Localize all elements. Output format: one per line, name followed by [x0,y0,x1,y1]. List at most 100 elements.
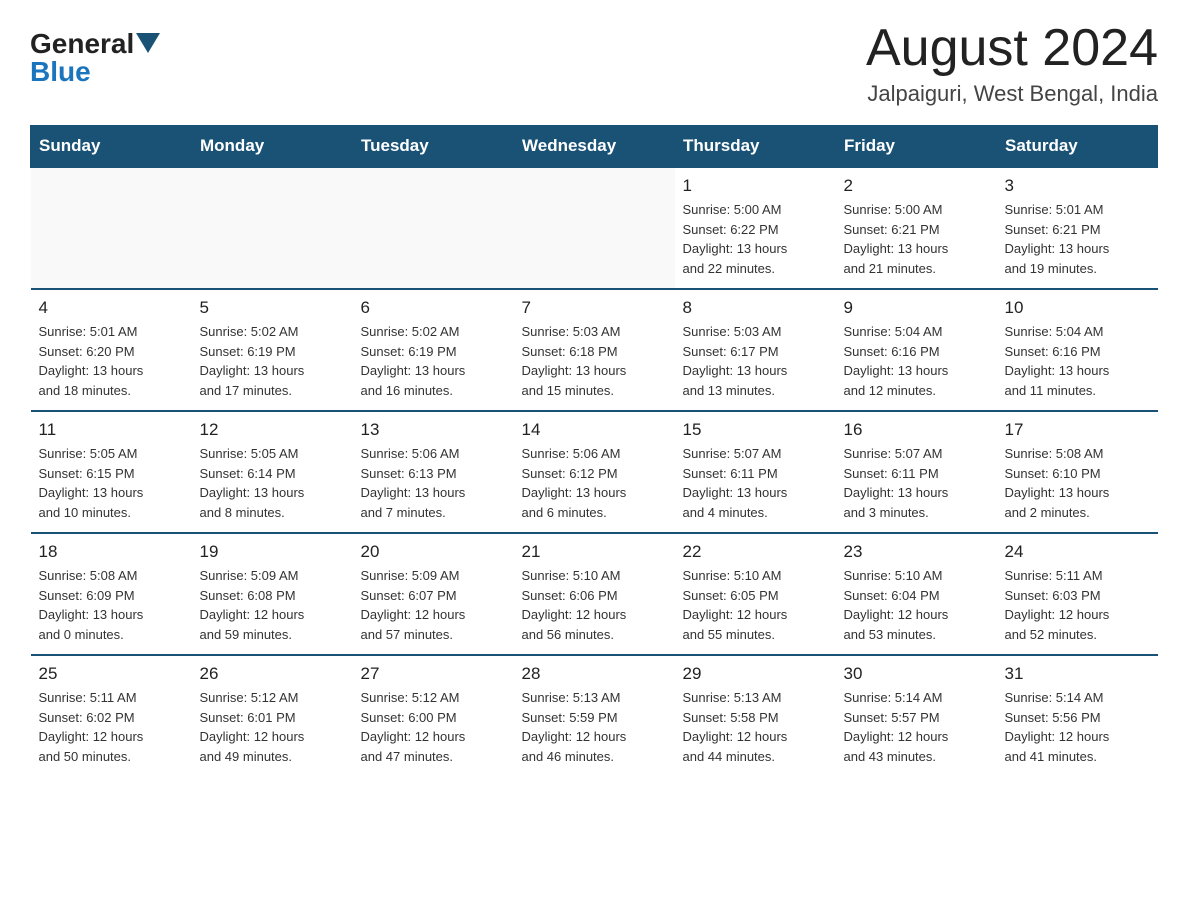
day-cell [353,167,514,289]
day-info: Sunrise: 5:11 AMSunset: 6:03 PMDaylight:… [1005,566,1150,644]
calendar-table: SundayMondayTuesdayWednesdayThursdayFrid… [30,125,1158,776]
day-cell: 18 Sunrise: 5:08 AMSunset: 6:09 PMDayligh… [31,533,192,655]
day-info: Sunrise: 5:10 AMSunset: 6:06 PMDaylight:… [522,566,667,644]
day-cell [31,167,192,289]
subtitle: Jalpaiguri, West Bengal, India [866,81,1158,107]
day-cell [514,167,675,289]
day-info: Sunrise: 5:03 AMSunset: 6:18 PMDaylight:… [522,322,667,400]
day-info: Sunrise: 5:08 AMSunset: 6:10 PMDaylight:… [1005,444,1150,522]
day-number: 25 [39,664,184,684]
day-info: Sunrise: 5:06 AMSunset: 6:12 PMDaylight:… [522,444,667,522]
main-title: August 2024 [866,20,1158,77]
day-cell: 22Sunrise: 5:10 AMSunset: 6:05 PMDayligh… [675,533,836,655]
day-info: Sunrise: 5:12 AMSunset: 6:00 PMDaylight:… [361,688,506,766]
day-info: Sunrise: 5:13 AMSunset: 5:58 PMDaylight:… [683,688,828,766]
day-number: 17 [1005,420,1150,440]
day-info: Sunrise: 5:00 AMSunset: 6:22 PMDaylight:… [683,200,828,278]
day-cell: 31 Sunrise: 5:14 AMSunset: 5:56 PMDayligh… [997,655,1158,776]
day-cell: 2 Sunrise: 5:00 AMSunset: 6:21 PMDaylight… [836,167,997,289]
week-row-2: 4 Sunrise: 5:01 AMSunset: 6:20 PMDaylight… [31,289,1158,411]
day-number: 3 [1005,176,1150,196]
day-number: 19 [200,542,345,562]
day-cell: 11Sunrise: 5:05 AMSunset: 6:15 PMDayligh… [31,411,192,533]
day-cell: 12Sunrise: 5:05 AMSunset: 6:14 PMDayligh… [192,411,353,533]
day-number: 15 [683,420,828,440]
day-cell: 7 Sunrise: 5:03 AMSunset: 6:18 PMDaylight… [514,289,675,411]
day-cell: 19 Sunrise: 5:09 AMSunset: 6:08 PMDayligh… [192,533,353,655]
day-info: Sunrise: 5:06 AMSunset: 6:13 PMDaylight:… [361,444,506,522]
week-row-4: 18 Sunrise: 5:08 AMSunset: 6:09 PMDayligh… [31,533,1158,655]
day-info: Sunrise: 5:00 AMSunset: 6:21 PMDaylight:… [844,200,989,278]
day-info: Sunrise: 5:02 AMSunset: 6:19 PMDaylight:… [200,322,345,400]
day-info: Sunrise: 5:12 AMSunset: 6:01 PMDaylight:… [200,688,345,766]
day-info: Sunrise: 5:09 AMSunset: 6:08 PMDaylight:… [200,566,345,644]
day-cell: 3 Sunrise: 5:01 AMSunset: 6:21 PMDaylight… [997,167,1158,289]
week-row-1: 1Sunrise: 5:00 AMSunset: 6:22 PMDaylight… [31,167,1158,289]
day-info: Sunrise: 5:09 AMSunset: 6:07 PMDaylight:… [361,566,506,644]
weekday-header-thursday: Thursday [675,126,836,168]
day-info: Sunrise: 5:01 AMSunset: 6:20 PMDaylight:… [39,322,184,400]
day-number: 13 [361,420,506,440]
day-number: 28 [522,664,667,684]
day-cell: 21 Sunrise: 5:10 AMSunset: 6:06 PMDayligh… [514,533,675,655]
day-info: Sunrise: 5:14 AMSunset: 5:56 PMDaylight:… [1005,688,1150,766]
day-cell: 20 Sunrise: 5:09 AMSunset: 6:07 PMDayligh… [353,533,514,655]
logo-general-text: General [30,30,134,58]
title-block: August 2024 Jalpaiguri, West Bengal, Ind… [866,20,1158,107]
day-number: 22 [683,542,828,562]
day-info: Sunrise: 5:11 AMSunset: 6:02 PMDaylight:… [39,688,184,766]
day-number: 8 [683,298,828,318]
logo-triangle-icon [136,33,160,53]
weekday-header-friday: Friday [836,126,997,168]
weekday-header-sunday: Sunday [31,126,192,168]
day-info: Sunrise: 5:05 AMSunset: 6:15 PMDaylight:… [39,444,184,522]
day-number: 18 [39,542,184,562]
day-number: 20 [361,542,506,562]
day-number: 31 [1005,664,1150,684]
day-info: Sunrise: 5:02 AMSunset: 6:19 PMDaylight:… [361,322,506,400]
day-number: 14 [522,420,667,440]
day-info: Sunrise: 5:13 AMSunset: 5:59 PMDaylight:… [522,688,667,766]
day-cell: 28 Sunrise: 5:13 AMSunset: 5:59 PMDayligh… [514,655,675,776]
day-number: 21 [522,542,667,562]
day-number: 2 [844,176,989,196]
day-number: 5 [200,298,345,318]
day-number: 10 [1005,298,1150,318]
day-number: 23 [844,542,989,562]
day-cell: 10 Sunrise: 5:04 AMSunset: 6:16 PMDayligh… [997,289,1158,411]
day-info: Sunrise: 5:07 AMSunset: 6:11 PMDaylight:… [844,444,989,522]
week-row-3: 11Sunrise: 5:05 AMSunset: 6:15 PMDayligh… [31,411,1158,533]
day-info: Sunrise: 5:14 AMSunset: 5:57 PMDaylight:… [844,688,989,766]
week-row-5: 25 Sunrise: 5:11 AMSunset: 6:02 PMDayligh… [31,655,1158,776]
day-info: Sunrise: 5:04 AMSunset: 6:16 PMDaylight:… [1005,322,1150,400]
day-number: 4 [39,298,184,318]
day-cell: 30 Sunrise: 5:14 AMSunset: 5:57 PMDayligh… [836,655,997,776]
day-number: 24 [1005,542,1150,562]
day-number: 27 [361,664,506,684]
day-info: Sunrise: 5:08 AMSunset: 6:09 PMDaylight:… [39,566,184,644]
day-info: Sunrise: 5:04 AMSunset: 6:16 PMDaylight:… [844,322,989,400]
calendar-header: SundayMondayTuesdayWednesdayThursdayFrid… [31,126,1158,168]
day-cell: 24 Sunrise: 5:11 AMSunset: 6:03 PMDayligh… [997,533,1158,655]
day-number: 7 [522,298,667,318]
day-number: 30 [844,664,989,684]
day-cell: 25 Sunrise: 5:11 AMSunset: 6:02 PMDayligh… [31,655,192,776]
weekday-header-monday: Monday [192,126,353,168]
day-number: 9 [844,298,989,318]
day-number: 6 [361,298,506,318]
weekday-header-tuesday: Tuesday [353,126,514,168]
day-number: 16 [844,420,989,440]
weekday-header-saturday: Saturday [997,126,1158,168]
day-info: Sunrise: 5:07 AMSunset: 6:11 PMDaylight:… [683,444,828,522]
day-cell: 14 Sunrise: 5:06 AMSunset: 6:12 PMDayligh… [514,411,675,533]
day-cell: 26Sunrise: 5:12 AMSunset: 6:01 PMDayligh… [192,655,353,776]
day-cell: 15 Sunrise: 5:07 AMSunset: 6:11 PMDayligh… [675,411,836,533]
day-info: Sunrise: 5:01 AMSunset: 6:21 PMDaylight:… [1005,200,1150,278]
day-cell: 8Sunrise: 5:03 AMSunset: 6:17 PMDaylight… [675,289,836,411]
weekday-header-wednesday: Wednesday [514,126,675,168]
day-cell: 1Sunrise: 5:00 AMSunset: 6:22 PMDaylight… [675,167,836,289]
page-header: General Blue August 2024 Jalpaiguri, Wes… [30,20,1158,107]
day-cell: 5 Sunrise: 5:02 AMSunset: 6:19 PMDaylight… [192,289,353,411]
day-cell: 6 Sunrise: 5:02 AMSunset: 6:19 PMDaylight… [353,289,514,411]
logo-blue-text: Blue [30,56,91,88]
